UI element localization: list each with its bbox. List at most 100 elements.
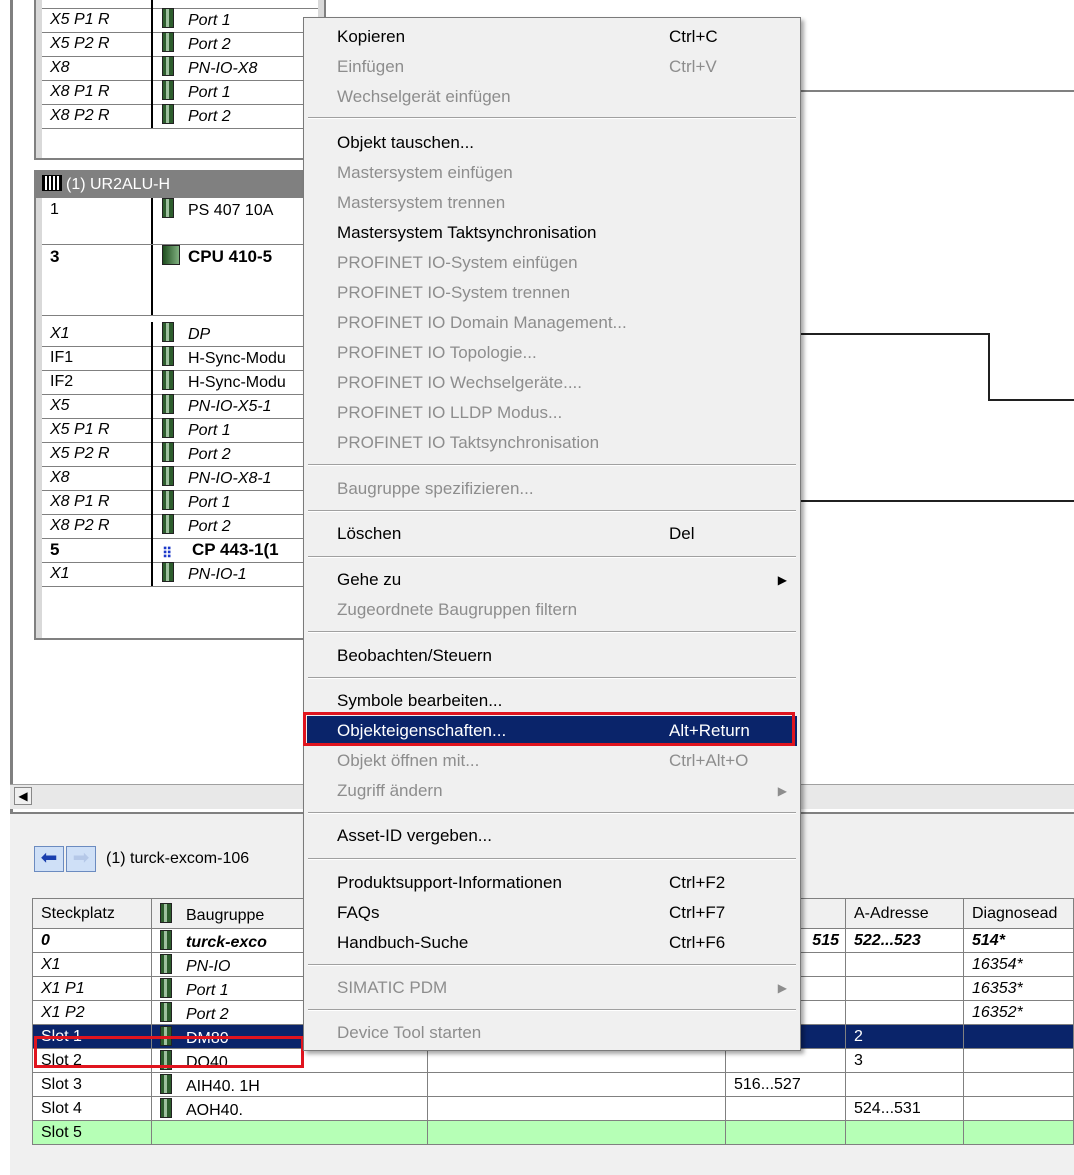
col-steckplatz[interactable]: Steckplatz xyxy=(32,898,152,929)
col-a-adresse[interactable]: A-Adresse xyxy=(845,898,964,929)
menu-separator xyxy=(308,556,796,558)
menu-item-mastersystem-trennen[interactable]: Mastersystem trennen xyxy=(307,188,797,218)
menu-item-kopieren[interactable]: Kopieren Ctrl+C xyxy=(307,22,797,52)
connection-line xyxy=(988,399,1074,401)
shortcut: Ctrl+F6 xyxy=(669,933,726,952)
rack-row[interactable]: X1 DP xyxy=(42,322,318,347)
rack-ur2alu-h[interactable]: (1) UR2ALU-H 1 PS 407 10A 3 CPU 410-5 X1 DP… xyxy=(34,170,326,640)
rack-row[interactable]: X8 P1 R Port 1 xyxy=(42,490,318,515)
menu-item-zugriff[interactable]: Zugriff ändern ▶ xyxy=(307,776,797,806)
slot-cell: X1 xyxy=(32,952,152,977)
rack-row[interactable]: X8 PN-IO-X8-1 xyxy=(42,466,318,491)
slot-label: X5 P1 R xyxy=(42,8,153,32)
rack-row[interactable]: X5 P2 R Port 2 xyxy=(42,442,318,467)
menu-item-beobachten[interactable]: Beobachten/Steuern xyxy=(307,641,797,671)
menu-item-pn-domain[interactable]: PROFINET IO Domain Management... xyxy=(307,308,797,338)
menu-item-mastersystem-takt[interactable]: Mastersystem Taktsynchronisation xyxy=(307,218,797,248)
menu-item-pn-topologie[interactable]: PROFINET IO Topologie... xyxy=(307,338,797,368)
rack-row[interactable]: 5 ⠿ CP 443-1(1 xyxy=(42,538,318,563)
menu-item-produktsupport[interactable]: Produktsupport-Informationen Ctrl+F2 xyxy=(307,868,797,898)
menu-item-device-tool[interactable]: Device Tool starten xyxy=(307,1018,797,1048)
shortcut: Del xyxy=(669,524,695,543)
e-address-cell: 516...527 xyxy=(725,1072,846,1097)
menu-item-asset-id[interactable]: Asset-ID vergeben... xyxy=(307,821,797,851)
device-icon xyxy=(160,929,172,950)
rack-row[interactable]: X8 P1 R Port 1 xyxy=(42,80,318,105)
rack-row[interactable]: IF1 H-Sync-Modu xyxy=(42,346,318,371)
a-address-cell: 3 xyxy=(845,1048,964,1073)
menu-item-loeschen[interactable]: Löschen Del xyxy=(307,519,797,549)
menu-item-gehe-zu[interactable]: Gehe zu ▶ xyxy=(307,565,797,595)
rack-row[interactable]: X5 P1 R Port 1 xyxy=(42,8,318,33)
cell xyxy=(427,1072,726,1097)
module-icon xyxy=(162,346,174,366)
diag-address-cell xyxy=(963,1072,1074,1097)
module-label: Port 1 xyxy=(188,12,231,29)
rack-row[interactable]: X5 PN-IO-X5-1 xyxy=(42,394,318,419)
cell xyxy=(427,1120,726,1145)
rack-row[interactable]: X1 PN-IO-1 xyxy=(42,562,318,587)
col-diagnoseadresse[interactable]: Diagnosead xyxy=(963,898,1074,929)
module-label: Port 1 xyxy=(188,494,231,511)
module-icon xyxy=(162,418,174,438)
slot-cell: Slot 4 xyxy=(32,1096,152,1121)
back-arrow-icon[interactable]: ⬅ xyxy=(34,846,64,872)
module-icon xyxy=(160,1001,172,1022)
rack-row[interactable]: X8 P2 R Port 2 xyxy=(42,104,318,129)
menu-item-mastersystem-einfuegen[interactable]: Mastersystem einfügen xyxy=(307,158,797,188)
module-icon xyxy=(162,466,174,486)
slot-label: X8 xyxy=(42,466,153,490)
menu-item-pn-einfuegen[interactable]: PROFINET IO-System einfügen xyxy=(307,248,797,278)
menu-item-simatic-pdm[interactable]: SIMATIC PDM ▶ xyxy=(307,973,797,1003)
slot-label: 3 xyxy=(42,245,153,315)
module-icon xyxy=(162,490,174,510)
rack-row[interactable]: 1 PS 407 10A xyxy=(42,198,318,245)
menu-item-wechselgeraet[interactable]: Wechselgerät einfügen xyxy=(307,82,797,112)
slot-label: X8 P1 R xyxy=(42,80,153,104)
module-icon xyxy=(162,514,174,534)
table-row[interactable]: Slot 3 AIH40. 1H 516...527 xyxy=(32,1072,1074,1097)
menu-item-objekt-tauschen[interactable]: Objekt tauschen... xyxy=(307,128,797,158)
menu-separator xyxy=(308,677,796,679)
connection-line xyxy=(800,333,990,335)
slot-label: X5 P2 R xyxy=(42,32,153,56)
menu-item-einfuegen[interactable]: Einfügen Ctrl+V xyxy=(307,52,797,82)
menu-item-handbuch-suche[interactable]: Handbuch-Suche Ctrl+F6 xyxy=(307,928,797,958)
forward-arrow-icon[interactable]: ➡ xyxy=(66,846,96,872)
menu-item-filtern[interactable]: Zugeordnete Baugruppen filtern xyxy=(307,595,797,625)
scroll-left-icon[interactable]: ◀ xyxy=(14,787,32,805)
module-cell xyxy=(151,1120,428,1145)
rack-row[interactable]: IF2 H-Sync-Modu xyxy=(42,370,318,395)
context-menu: Kopieren Ctrl+C Einfügen Ctrl+V Wechselger… xyxy=(303,17,801,1051)
menu-item-faqs[interactable]: FAQs Ctrl+F7 xyxy=(307,898,797,928)
rack-row[interactable]: X8 PN-IO-X8 xyxy=(42,56,318,81)
rack-row[interactable]: X5 P1 R Port 1 xyxy=(42,418,318,443)
cell xyxy=(427,1048,726,1073)
menu-item-baugruppe-spezifizieren[interactable]: Baugruppe spezifizieren... xyxy=(307,474,797,504)
a-address-cell xyxy=(845,976,964,1001)
menu-item-objekt-oeffnen[interactable]: Objekt öffnen mit... Ctrl+Alt+O xyxy=(307,746,797,776)
table-row[interactable]: Slot 4 AOH40. 524...531 xyxy=(32,1096,1074,1121)
rack-row[interactable]: X8 P2 R Port 2 xyxy=(42,514,318,539)
table-row-empty-slot[interactable]: Slot 5 xyxy=(32,1120,1074,1145)
menu-item-pn-takt[interactable]: PROFINET IO Taktsynchronisation xyxy=(307,428,797,458)
menu-item-pn-trennen[interactable]: PROFINET IO-System trennen xyxy=(307,278,797,308)
rack-title[interactable]: (1) UR2ALU-H xyxy=(36,172,324,198)
module-icon xyxy=(160,902,172,923)
module-icon xyxy=(162,562,174,582)
menu-item-pn-wechselgeraete[interactable]: PROFINET IO Wechselgeräte.... xyxy=(307,368,797,398)
slot-label: IF2 xyxy=(42,370,153,394)
module-label: Port 1 xyxy=(188,422,231,439)
rack-row[interactable]: X5 P2 R Port 2 xyxy=(42,32,318,57)
rack-row[interactable]: 3 CPU 410-5 xyxy=(42,245,318,316)
module-icon xyxy=(160,977,172,998)
module-icon xyxy=(160,1073,172,1094)
annotation-box-slot1 xyxy=(34,1036,304,1068)
slot-label: X8 xyxy=(42,56,153,80)
slot-cell: X1 P2 xyxy=(32,1000,152,1025)
a-address-cell xyxy=(845,952,964,977)
rack-partial: X5 P1 R Port 1 X5 P2 R Port 2 X8 PN-IO-X8 X… xyxy=(34,0,326,160)
e-address-cell xyxy=(725,1120,846,1145)
rack-icon xyxy=(42,175,62,191)
menu-item-pn-lldp[interactable]: PROFINET IO LLDP Modus... xyxy=(307,398,797,428)
